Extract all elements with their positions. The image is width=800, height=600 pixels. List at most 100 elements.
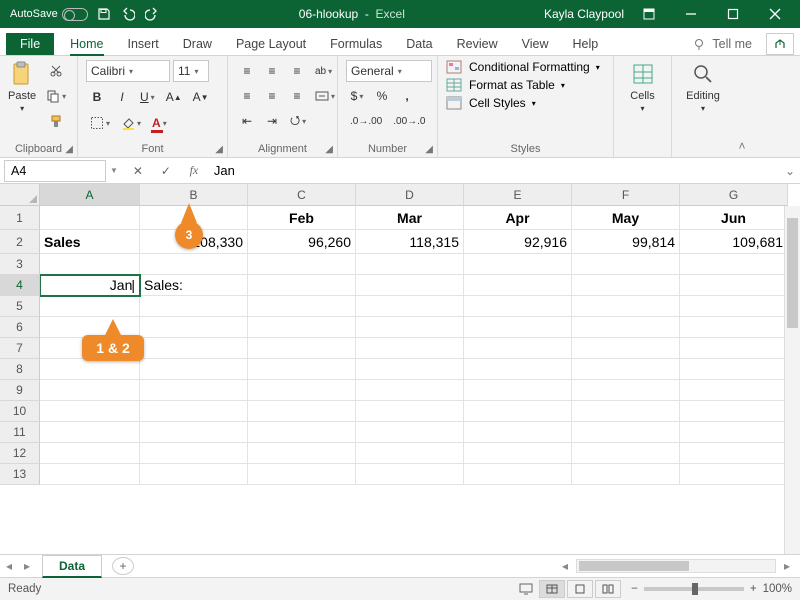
cell[interactable]: [40, 206, 140, 230]
save-icon[interactable]: [96, 6, 112, 22]
cell[interactable]: 109,681: [680, 230, 788, 254]
zoom-slider[interactable]: [644, 587, 744, 591]
borders-button[interactable]: [86, 112, 114, 134]
fill-color-button[interactable]: [117, 112, 145, 134]
insert-function-button[interactable]: fx: [180, 160, 208, 182]
cell[interactable]: [248, 380, 356, 401]
tab-formulas[interactable]: Formulas: [318, 33, 394, 55]
cell[interactable]: [248, 359, 356, 380]
cell[interactable]: [680, 317, 788, 338]
row-header-1[interactable]: 1: [0, 206, 40, 230]
cell[interactable]: [356, 359, 464, 380]
format-painter-button[interactable]: [42, 110, 70, 132]
underline-button[interactable]: U: [136, 86, 159, 108]
wrap-text-button[interactable]: ab: [311, 60, 336, 82]
cell[interactable]: [464, 401, 572, 422]
cell[interactable]: [680, 380, 788, 401]
close-icon[interactable]: [758, 0, 792, 28]
cell[interactable]: [140, 464, 248, 485]
namebox-dropdown-icon[interactable]: ▼: [110, 166, 118, 175]
row-header-5[interactable]: 5: [0, 296, 40, 317]
cell[interactable]: [572, 338, 680, 359]
zoom-in-button[interactable]: +: [750, 583, 757, 595]
hscroll-left-icon[interactable]: ◂: [556, 559, 574, 573]
cell[interactable]: [572, 317, 680, 338]
cell[interactable]: 118,315: [356, 230, 464, 254]
minimize-icon[interactable]: [674, 0, 708, 28]
cell[interactable]: [140, 338, 248, 359]
align-middle-button[interactable]: ≡: [261, 60, 283, 82]
font-name-combo[interactable]: Calibri▾: [86, 60, 170, 82]
sheet-nav-next-icon[interactable]: ▸: [18, 559, 36, 573]
cell[interactable]: [572, 254, 680, 275]
col-header-F[interactable]: F: [572, 184, 680, 206]
font-color-button[interactable]: A: [148, 112, 171, 134]
tab-insert[interactable]: Insert: [116, 33, 171, 55]
tab-review[interactable]: Review: [445, 33, 510, 55]
cell[interactable]: [464, 254, 572, 275]
cell[interactable]: [464, 338, 572, 359]
cell[interactable]: [680, 401, 788, 422]
cell[interactable]: [248, 317, 356, 338]
cell[interactable]: [356, 422, 464, 443]
row-header-7[interactable]: 7: [0, 338, 40, 359]
cell[interactable]: [140, 380, 248, 401]
display-settings-icon[interactable]: [515, 578, 537, 600]
merge-center-button[interactable]: [311, 85, 339, 107]
cell[interactable]: [356, 464, 464, 485]
row-header-6[interactable]: 6: [0, 317, 40, 338]
cell[interactable]: [40, 443, 140, 464]
tell-me-search[interactable]: Tell me: [685, 33, 760, 55]
conditional-formatting-button[interactable]: Conditional Formatting▾: [446, 60, 600, 74]
row-header-9[interactable]: 9: [0, 380, 40, 401]
new-sheet-button[interactable]: +: [112, 557, 134, 575]
align-left-button[interactable]: ≡: [236, 85, 258, 107]
row-header-10[interactable]: 10: [0, 401, 40, 422]
cell[interactable]: [40, 401, 140, 422]
sheet-tab-data[interactable]: Data: [42, 555, 102, 578]
cell[interactable]: [680, 338, 788, 359]
cell[interactable]: [572, 401, 680, 422]
row-header-4[interactable]: 4: [0, 275, 40, 296]
col-header-E[interactable]: E: [464, 184, 572, 206]
cell[interactable]: 99,814: [572, 230, 680, 254]
cell[interactable]: [248, 254, 356, 275]
undo-icon[interactable]: [120, 6, 136, 22]
shrink-font-button[interactable]: A▼: [189, 86, 213, 108]
align-right-button[interactable]: ≡: [286, 85, 308, 107]
cell[interactable]: [464, 359, 572, 380]
cell[interactable]: [680, 275, 788, 296]
cell[interactable]: Jun: [680, 206, 788, 230]
cell[interactable]: [464, 422, 572, 443]
maximize-icon[interactable]: [716, 0, 750, 28]
cell[interactable]: [140, 359, 248, 380]
user-name[interactable]: Kayla Claypool: [544, 7, 624, 21]
cell[interactable]: [248, 275, 356, 296]
ribbon-options-icon[interactable]: [632, 0, 666, 28]
cell[interactable]: Sales:: [140, 275, 248, 296]
copy-button[interactable]: [42, 85, 70, 107]
cell[interactable]: Mar: [356, 206, 464, 230]
cell[interactable]: [248, 401, 356, 422]
format-as-table-button[interactable]: Format as Table▾: [446, 78, 600, 92]
cell[interactable]: [572, 443, 680, 464]
dialog-launcher-icon[interactable]: ◢: [425, 144, 433, 155]
accounting-format-button[interactable]: $: [346, 85, 368, 107]
row-header-8[interactable]: 8: [0, 359, 40, 380]
cell[interactable]: 96,260: [248, 230, 356, 254]
cell[interactable]: [356, 380, 464, 401]
cell[interactable]: [356, 338, 464, 359]
tab-view[interactable]: View: [510, 33, 561, 55]
enter-entry-button[interactable]: ✓: [152, 160, 180, 182]
view-page-layout-button[interactable]: [567, 580, 593, 598]
col-header-C[interactable]: C: [248, 184, 356, 206]
cell[interactable]: [40, 359, 140, 380]
cut-button[interactable]: [42, 60, 70, 82]
cell[interactable]: [572, 275, 680, 296]
tab-page-layout[interactable]: Page Layout: [224, 33, 318, 55]
bold-button[interactable]: B: [86, 86, 108, 108]
dialog-launcher-icon[interactable]: ◢: [325, 144, 333, 155]
cell[interactable]: [40, 254, 140, 275]
increase-indent-button[interactable]: ⇥: [261, 110, 283, 132]
cell[interactable]: [680, 296, 788, 317]
